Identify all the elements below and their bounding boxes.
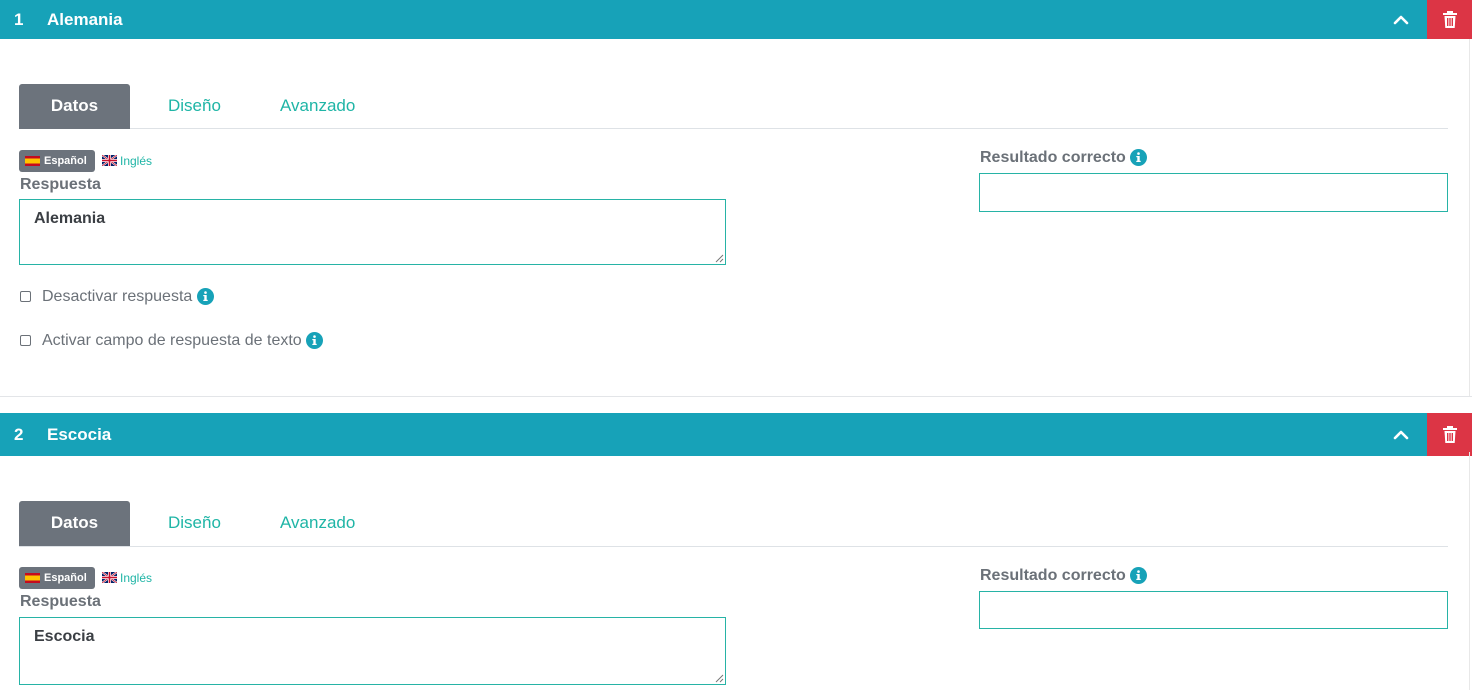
response-value: Escocia <box>34 628 95 645</box>
language-english-label: Inglés <box>120 154 153 168</box>
section-header[interactable]: 1 Alemania <box>0 0 1427 39</box>
collapse-button[interactable] <box>1389 413 1413 456</box>
collapse-button[interactable] <box>1389 0 1413 39</box>
enable-text-field-checkbox[interactable] <box>20 335 31 346</box>
response-label: Respuesta <box>20 593 101 610</box>
delete-button[interactable] <box>1427 413 1472 456</box>
chevron-up-icon <box>1393 15 1409 25</box>
tab-bar: Datos básicos Diseño Avanzado <box>19 501 1448 575</box>
info-icon[interactable] <box>196 288 214 306</box>
resize-handle-icon[interactable] <box>715 254 724 263</box>
answer-section-1: 1 Alemania Datos básicos Diseño Avanzado… <box>0 0 1472 397</box>
uk-flag-icon <box>102 155 117 167</box>
section-number: 2 <box>14 425 24 444</box>
response-value: Alemania <box>34 210 106 227</box>
language-spanish-button[interactable]: Español <box>19 567 95 589</box>
section-number: 1 <box>14 10 24 29</box>
tab-design[interactable]: Diseño <box>168 84 221 129</box>
language-english-link[interactable]: Inglés <box>102 150 152 172</box>
correct-result-label: Resultado correcto <box>980 149 1148 167</box>
answer-section-2: 2 Escocia Datos básicos Diseño Avanzado … <box>0 413 1472 690</box>
chevron-up-icon <box>1393 430 1409 440</box>
response-textarea[interactable]: Alemania <box>19 199 726 265</box>
response-label: Respuesta <box>20 176 101 193</box>
delete-button[interactable] <box>1427 0 1472 39</box>
info-icon[interactable] <box>1130 149 1148 167</box>
tab-design[interactable]: Diseño <box>168 501 221 546</box>
tab-bar: Datos básicos Diseño Avanzado <box>19 84 1448 158</box>
spain-flag-icon <box>25 573 40 583</box>
disable-response-label: Desactivar respuesta <box>42 288 193 305</box>
uk-flag-icon <box>102 572 117 584</box>
correct-result-input[interactable] <box>979 173 1448 212</box>
tab-advanced[interactable]: Avanzado <box>280 501 355 546</box>
section-header[interactable]: 2 Escocia <box>0 413 1427 456</box>
spain-flag-icon <box>25 156 40 166</box>
language-english-label: Inglés <box>120 571 153 585</box>
correct-result-input[interactable] <box>979 591 1448 629</box>
enable-text-field-label: Activar campo de respuesta de texto <box>42 332 302 349</box>
tab-basic-data[interactable]: Datos básicos <box>19 501 130 575</box>
divider <box>1469 39 1470 396</box>
resize-handle-icon[interactable] <box>715 674 724 683</box>
section-title: Alemania <box>47 10 123 29</box>
divider <box>1469 452 1470 690</box>
correct-result-label-text: Resultado correcto <box>980 149 1126 166</box>
language-english-link[interactable]: Inglés <box>102 567 152 589</box>
trash-icon <box>1442 10 1457 28</box>
response-textarea[interactable]: Escocia <box>19 617 726 685</box>
info-icon[interactable] <box>306 332 324 350</box>
tab-basic-data[interactable]: Datos básicos <box>19 84 130 158</box>
trash-icon <box>1442 425 1457 443</box>
tab-advanced[interactable]: Avanzado <box>280 84 355 129</box>
language-spanish-label: Español <box>44 155 87 167</box>
section-title: Escocia <box>47 425 112 444</box>
info-icon[interactable] <box>1130 567 1148 585</box>
language-spanish-label: Español <box>44 572 87 584</box>
language-spanish-button[interactable]: Español <box>19 150 95 172</box>
correct-result-label-text: Resultado correcto <box>980 567 1126 584</box>
disable-response-checkbox[interactable] <box>20 291 31 302</box>
correct-result-label: Resultado correcto <box>980 567 1148 585</box>
